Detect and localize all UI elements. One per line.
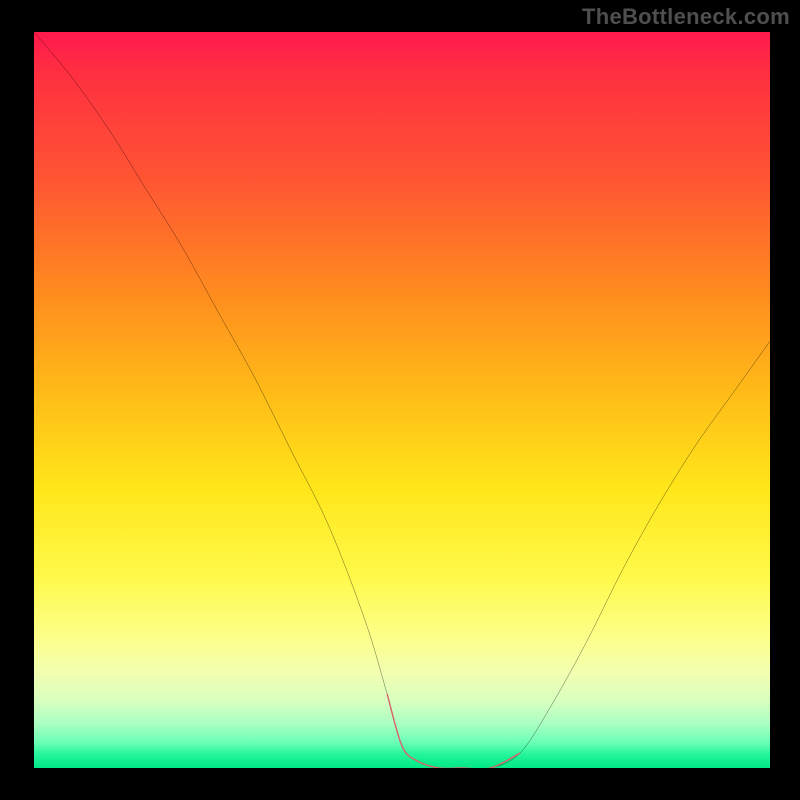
chart-frame: TheBottleneck.com [0, 0, 800, 800]
plot-area [34, 32, 770, 768]
watermark-text: TheBottleneck.com [582, 4, 790, 30]
bottleneck-curve [34, 32, 770, 768]
optimal-range-highlight [387, 694, 519, 768]
curve-layer [34, 32, 770, 768]
